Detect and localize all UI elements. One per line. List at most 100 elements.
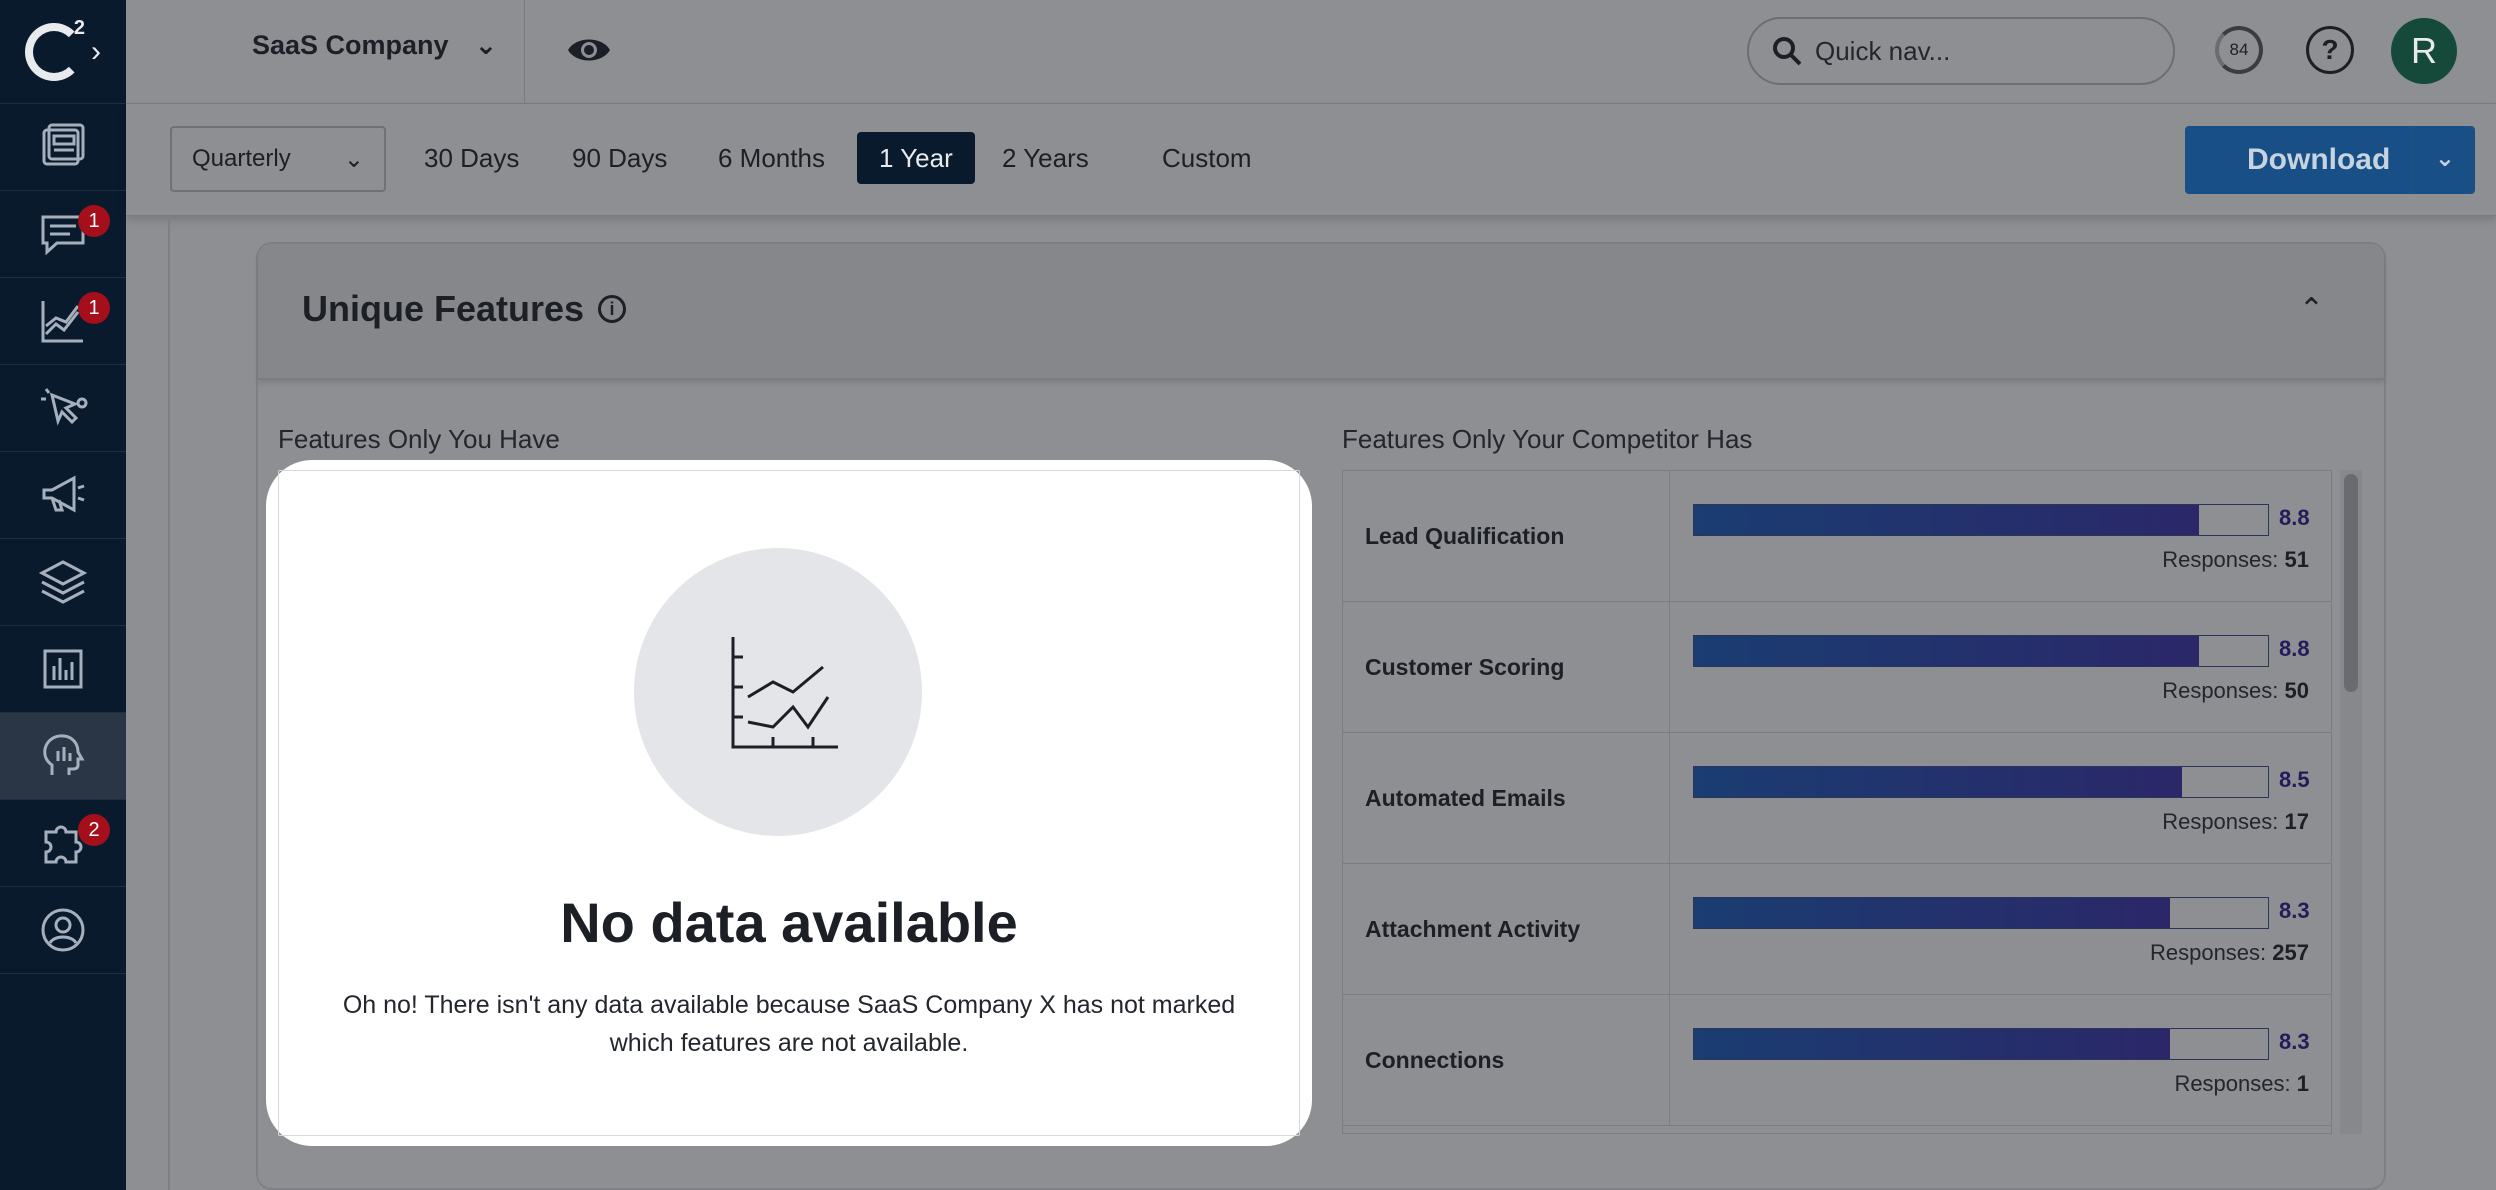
responses-number: 1: [2296, 1071, 2309, 1096]
score-bar-fill: [1694, 898, 2171, 928]
content-border: [168, 216, 170, 1190]
score-value: 8.8: [2279, 505, 2310, 530]
g2-logo-mark: 2: [25, 17, 85, 81]
profile-score[interactable]: 84: [2215, 26, 2263, 74]
score-bar: [1693, 635, 2269, 667]
responses-number: 17: [2284, 809, 2309, 834]
head-insights-icon: [43, 734, 85, 775]
chevron-down-icon[interactable]: ⌄: [2435, 144, 2455, 173]
score-value: 8.8: [2279, 636, 2310, 661]
score-bar-fill: [1694, 636, 2200, 666]
info-icon[interactable]: i: [598, 295, 627, 323]
feature-name: Customer Scoring: [1365, 654, 1565, 680]
column-divider: [1669, 602, 1670, 733]
table-row: Automated Emails 8.5 Responses: 17: [1343, 733, 2331, 864]
responses-label: Responses:: [2174, 1071, 2291, 1096]
responses-number: 50: [2284, 678, 2309, 703]
column-divider: [1669, 733, 1670, 864]
responses-count: Responses: 50: [2162, 678, 2309, 704]
sidebar-item-integrations[interactable]: 2: [0, 800, 126, 887]
user-avatar[interactable]: R: [2391, 18, 2457, 84]
sidebar-item-layers[interactable]: [0, 539, 126, 626]
responses-count: Responses: 257: [2150, 940, 2309, 966]
download-button[interactable]: Download ⌄: [2185, 126, 2475, 194]
expand-sidebar-icon[interactable]: ›: [91, 35, 101, 69]
help-icon[interactable]: ?: [2306, 26, 2354, 74]
line-chart-icon: [731, 637, 838, 749]
clicks-icon: [41, 388, 88, 426]
bar-chart-icon: [43, 649, 83, 689]
responses-number: 257: [2272, 940, 2309, 965]
score-bar: [1693, 766, 2269, 798]
download-divider: [2412, 126, 2413, 194]
feature-name: Automated Emails: [1365, 785, 1566, 811]
sidebar: 2 › 1 1 2: [0, 0, 126, 1190]
g2-logo[interactable]: 2 ›: [0, 0, 126, 104]
quick-nav-search[interactable]: [1747, 17, 2175, 85]
sidebar-item-reports[interactable]: [0, 104, 126, 191]
features-only-competitor-label: Features Only Your Competitor Has: [1342, 424, 1753, 454]
range-6-months[interactable]: 6 Months: [696, 132, 847, 184]
score-bar: [1693, 1028, 2269, 1060]
responses-label: Responses:: [2162, 547, 2279, 572]
header-divider: [524, 0, 525, 104]
company-selector[interactable]: SaaS Company ⌄: [252, 30, 497, 61]
eye-icon[interactable]: [566, 30, 612, 75]
layers-icon: [38, 560, 88, 604]
table-row: Attachment Activity 8.3 Responses: 257: [1343, 864, 2331, 995]
responses-count: Responses: 1: [2174, 1071, 2309, 1097]
sidebar-item-charts[interactable]: [0, 626, 126, 713]
date-filter-bar: Quarterly ⌄ 30 Days 90 Days 6 Months 1 Y…: [126, 104, 2496, 216]
column-divider: [1669, 471, 1670, 602]
reports-icon: [42, 123, 85, 166]
responses-label: Responses:: [2162, 809, 2279, 834]
score-bar-fill: [1694, 767, 2182, 797]
download-label: Download: [2247, 143, 2391, 176]
search-icon: [1773, 37, 1802, 66]
column-divider: [1669, 864, 1670, 995]
sidebar-item-profile[interactable]: [0, 887, 126, 974]
score-value: 8.5: [2279, 767, 2310, 792]
top-header: SaaS Company ⌄ 84 ? R: [126, 0, 2496, 104]
score-bar-fill: [1694, 1029, 2171, 1059]
range-2-years[interactable]: 2 Years: [980, 132, 1111, 184]
score-bar-fill: [1694, 505, 2200, 535]
sidebar-item-campaigns[interactable]: [0, 452, 126, 539]
scrollbar-thumb[interactable]: [2344, 474, 2358, 692]
features-only-you-label: Features Only You Have: [278, 424, 560, 454]
responses-label: Responses:: [2162, 678, 2279, 703]
score-value: 8.3: [2279, 1029, 2310, 1054]
feature-name: Attachment Activity: [1365, 916, 1581, 942]
competitor-features-table: Lead Qualification 8.8 Responses: 51 Custom…: [1342, 470, 2332, 1134]
table-row: Customer Scoring 8.8 Responses: 50: [1343, 602, 2331, 733]
no-data-illustration: [634, 548, 922, 836]
card-title: Unique Features i: [302, 288, 627, 330]
range-30-days[interactable]: 30 Days: [402, 132, 541, 184]
table-row: Lead Qualification 8.8 Responses: 51: [1343, 471, 2331, 602]
score-bar: [1693, 897, 2269, 929]
empty-state-description: Oh no! There isn't any data available be…: [342, 991, 1236, 1057]
feature-name: Connections: [1365, 1047, 1505, 1073]
company-name: SaaS Company: [252, 30, 449, 60]
notification-badge: 1: [78, 205, 110, 237]
period-select[interactable]: Quarterly ⌄: [170, 126, 386, 192]
score-bar: [1693, 504, 2269, 536]
chevron-up-icon[interactable]: ⌃: [2299, 292, 2324, 327]
period-select-value: Quarterly: [192, 145, 291, 172]
card-header[interactable]: Unique Features i ⌃: [258, 244, 2384, 380]
score-value: 8.3: [2279, 898, 2310, 923]
sidebar-item-messages[interactable]: 1: [0, 191, 126, 278]
empty-state-title: No data available: [560, 891, 1018, 954]
range-90-days[interactable]: 90 Days: [550, 132, 689, 184]
megaphone-icon: [42, 475, 85, 513]
responses-count: Responses: 51: [2162, 547, 2309, 573]
sidebar-item-clicks[interactable]: [0, 365, 126, 452]
range-custom[interactable]: Custom: [1140, 132, 1274, 184]
search-input[interactable]: [1815, 35, 2155, 67]
responses-number: 51: [2284, 547, 2309, 572]
column-divider: [1669, 995, 1670, 1126]
sidebar-item-analytics[interactable]: 1: [0, 278, 126, 365]
sidebar-item-insights[interactable]: [0, 713, 126, 800]
responses-label: Responses:: [2149, 940, 2267, 965]
range-1-year[interactable]: 1 Year: [857, 132, 975, 184]
